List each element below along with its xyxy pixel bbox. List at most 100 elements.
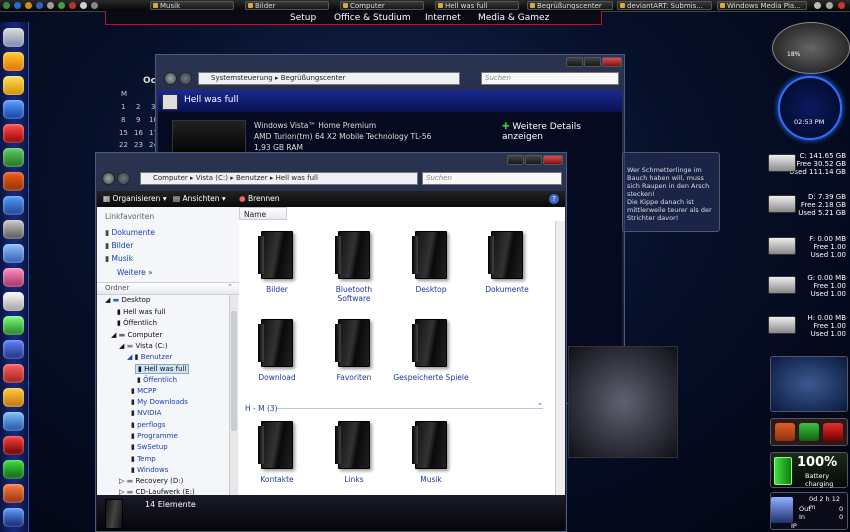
column-header-name[interactable]: Name [239, 207, 287, 220]
quicklaunch-desktop-icon[interactable] [36, 2, 43, 9]
address-bar[interactable]: Systemsteuerung ▸ Begrüßungscenter [198, 72, 460, 85]
dock-notepad-icon[interactable] [3, 292, 24, 311]
details-link-label[interactable]: Weitere Details anzeigen [502, 122, 581, 142]
quicklaunch-media-icon[interactable] [58, 2, 65, 9]
address-bar[interactable]: Computer ▸ Vista (C:) ▸ Benutzer ▸ Hell … [140, 172, 418, 185]
maximize-button[interactable] [525, 155, 542, 165]
search-input[interactable]: Suchen [422, 172, 562, 185]
folder-links[interactable]: Links [319, 421, 389, 484]
tray-volume-icon[interactable] [814, 2, 821, 9]
restart-icon[interactable] [799, 423, 819, 441]
address-segment[interactable]: Hell was full [276, 174, 318, 182]
chevron-up-icon[interactable]: ⌃ [537, 402, 543, 410]
maximize-button[interactable] [584, 57, 601, 67]
views-button[interactable]: ▤ Ansichten ▾ [173, 194, 226, 203]
burn-button[interactable]: ● Brennen [239, 194, 280, 203]
favorite-musik[interactable]: ▮ Musik [105, 254, 133, 263]
folder-bluetooth-software[interactable]: Bluetooth Software [319, 231, 389, 303]
favorite-dokumente[interactable]: ▮ Dokumente [105, 228, 155, 237]
tree-item-vista-c[interactable]: ◢ ▬ Vista (C:) [119, 342, 168, 350]
folder-download[interactable]: Download [242, 319, 312, 382]
tree-item-benutzer[interactable]: ◢ ▮ Benutzer [127, 353, 172, 361]
dock-paint-icon[interactable] [3, 172, 24, 191]
quicklaunch-app-icon[interactable] [80, 2, 87, 9]
dock-windows-icon[interactable] [3, 508, 24, 527]
tree-item-oeffentlich[interactable]: ▮ Öffentlich [137, 376, 177, 384]
dock-settings-icon[interactable] [3, 220, 24, 239]
taskbar-button-hell-was-full[interactable]: Hell was full [435, 1, 519, 10]
dock-recycle-bin-icon[interactable] [3, 28, 24, 47]
tree-scrollbar[interactable] [229, 295, 238, 495]
folder-bilder[interactable]: Bilder [242, 231, 312, 294]
menu-office-studium[interactable]: Office & Studium [334, 13, 411, 23]
tree-item-swsetup[interactable]: ▮ SwSetup [131, 443, 168, 451]
tree-item-user[interactable]: ▮ Hell was full [117, 308, 165, 316]
dock-monitor-icon[interactable] [3, 244, 24, 263]
folder-favoriten[interactable]: Favoriten [319, 319, 389, 382]
tray-close-icon[interactable] [838, 2, 845, 9]
details-link[interactable]: ✚ Weitere Details anzeigen [502, 122, 622, 142]
quicklaunch-firefox-icon[interactable] [25, 2, 32, 9]
minimize-button[interactable] [507, 155, 524, 165]
folder-gespeicherte-spiele[interactable]: Gespeicherte Spiele [391, 319, 471, 382]
tree-item-my-downloads[interactable]: ▮ My Downloads [131, 398, 188, 406]
back-button[interactable] [102, 172, 115, 185]
tree-item-windows[interactable]: ▮ Windows [131, 466, 168, 474]
tree-item-desktop[interactable]: ◢ ▬ Desktop [105, 296, 150, 304]
minimize-button[interactable] [566, 57, 583, 67]
address-segment[interactable]: Benutzer [236, 174, 268, 182]
tree-item-recovery-d[interactable]: ▷ ▬ Recovery (D:) [119, 477, 183, 485]
folders-header[interactable]: Ordner ⌃ [97, 282, 239, 295]
dock-opera-icon[interactable] [3, 124, 24, 143]
quicklaunch-ie-icon[interactable] [14, 2, 21, 9]
quicklaunch-switch-icon[interactable] [91, 2, 98, 9]
folder-kontakte[interactable]: Kontakte [242, 421, 312, 484]
help-icon[interactable]: ? [549, 194, 559, 204]
taskbar-button-windows-media-player[interactable]: Windows Media Pla... [717, 1, 807, 10]
folder-dokumente[interactable]: Dokumente [472, 231, 542, 294]
tree-item-computer[interactable]: ◢ ▬ Computer [111, 331, 162, 339]
dock-leaf-icon[interactable] [3, 316, 24, 335]
tree-item-nvidia[interactable]: ▮ NVIDIA [131, 409, 161, 417]
logoff-icon[interactable] [823, 423, 843, 441]
dock-network-icon[interactable] [3, 412, 24, 431]
close-button[interactable] [543, 155, 563, 165]
dock-android-icon[interactable] [3, 148, 24, 167]
start-orb-icon[interactable] [3, 2, 10, 9]
tree-item-temp[interactable]: ▮ Temp [131, 455, 156, 463]
shutdown-icon[interactable] [775, 423, 795, 441]
group-header[interactable]: H - M (3) [245, 404, 278, 413]
tree-item-perflogs[interactable]: ▮ perflogs [131, 421, 166, 429]
dock-globe-icon[interactable] [3, 196, 24, 215]
tree-item-programme[interactable]: ▮ Programme [131, 432, 178, 440]
dock-tools-icon[interactable] [3, 484, 24, 503]
taskbar-button-begruessungscenter[interactable]: Begrüßungscenter [527, 1, 613, 10]
menu-internet[interactable]: Internet [425, 13, 461, 23]
search-input[interactable]: Suchen [481, 72, 619, 85]
tree-item-public[interactable]: ▮ Öffentlich [117, 319, 157, 327]
forward-button[interactable] [179, 72, 192, 85]
address-segment[interactable]: Systemsteuerung [211, 74, 273, 82]
taskbar-button-bilder[interactable]: Bilder [245, 1, 329, 10]
dock-media-icon[interactable] [3, 340, 24, 359]
quicklaunch-explorer-icon[interactable] [47, 2, 54, 9]
quicklaunch-opera-icon[interactable] [69, 2, 76, 9]
back-button[interactable] [164, 72, 177, 85]
address-segment[interactable]: Begrüßungscenter [281, 74, 346, 82]
dock-folder-icon[interactable] [3, 388, 24, 407]
dock-ie-icon[interactable] [3, 100, 24, 119]
address-segment[interactable]: Vista (C:) [196, 174, 228, 182]
tree-item-mcpp[interactable]: ▮ MCPP [131, 387, 156, 395]
taskbar-button-computer[interactable]: Computer [340, 1, 424, 10]
folder-musik[interactable]: Musik [396, 421, 466, 484]
more-link[interactable]: Weitere » [117, 268, 153, 277]
folder-desktop[interactable]: Desktop [396, 231, 466, 294]
dock-chat-icon[interactable] [3, 460, 24, 479]
dock-game-icon[interactable] [3, 364, 24, 383]
favorite-bilder[interactable]: ▮ Bilder [105, 241, 133, 250]
tree-item-hell-was-full[interactable]: ▮ Hell was full [135, 364, 190, 374]
tray-network-icon[interactable] [826, 2, 833, 9]
content-scrollbar[interactable] [555, 221, 565, 495]
forward-button[interactable] [117, 172, 130, 185]
menu-setup[interactable]: Setup [290, 13, 316, 23]
